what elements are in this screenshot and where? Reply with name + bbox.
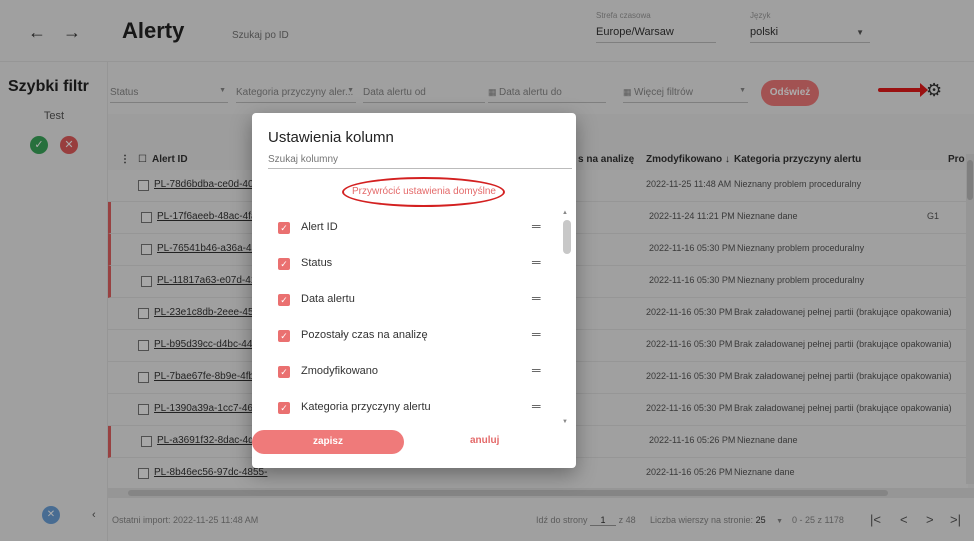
save-button[interactable]: zapisz [252, 430, 404, 454]
column-label: Data alertu [301, 293, 355, 305]
column-settings-dialog: Ustawienia kolumn Przywrócić ustawienia … [252, 113, 576, 468]
checkbox-checked-icon[interactable]: ✓ [278, 366, 290, 378]
drag-handle-icon[interactable]: ═ [532, 255, 541, 269]
column-item[interactable]: ✓ Pozostały czas na analizę ═ [264, 318, 554, 354]
column-label: Zmodyfikowano [301, 365, 379, 377]
column-item[interactable]: ✓ Alert ID ═ [264, 210, 554, 246]
column-item[interactable]: ✓ Kategoria przyczyny alertu ═ [264, 390, 554, 425]
column-label: Alert ID [301, 221, 338, 233]
scroll-up-icon[interactable]: ▲ [562, 210, 568, 216]
column-list-scrollbar[interactable]: ▲ ▼ [562, 210, 572, 425]
column-search-input[interactable] [268, 151, 572, 169]
column-item[interactable]: ✓ Zmodyfikowano ═ [264, 354, 554, 390]
column-label: Status [301, 257, 333, 269]
column-item[interactable]: ✓ Data alertu ═ [264, 282, 554, 318]
checkbox-checked-icon[interactable]: ✓ [278, 222, 290, 234]
scroll-down-icon[interactable]: ▼ [562, 419, 568, 425]
checkbox-checked-icon[interactable]: ✓ [278, 402, 290, 414]
checkbox-checked-icon[interactable]: ✓ [278, 258, 290, 270]
dialog-title: Ustawienia kolumn [268, 129, 394, 146]
drag-handle-icon[interactable]: ═ [532, 399, 541, 413]
column-label: Kategoria przyczyny alertu [301, 401, 431, 413]
column-list: ✓ Alert ID ═ ✓ Status ═ ✓ Data alertu ═ … [264, 210, 560, 425]
drag-handle-icon[interactable]: ═ [532, 219, 541, 233]
cancel-button[interactable]: anuluj [470, 435, 499, 446]
drag-handle-icon[interactable]: ═ [532, 291, 541, 305]
scrollbar-thumb[interactable] [563, 220, 571, 254]
checkbox-checked-icon[interactable]: ✓ [278, 294, 290, 306]
column-label: Pozostały czas na analizę [301, 329, 428, 341]
drag-handle-icon[interactable]: ═ [532, 363, 541, 377]
column-item[interactable]: ✓ Status ═ [264, 246, 554, 282]
drag-handle-icon[interactable]: ═ [532, 327, 541, 341]
restore-defaults-link[interactable]: Przywrócić ustawienia domyślne [352, 186, 496, 197]
checkbox-checked-icon[interactable]: ✓ [278, 330, 290, 342]
